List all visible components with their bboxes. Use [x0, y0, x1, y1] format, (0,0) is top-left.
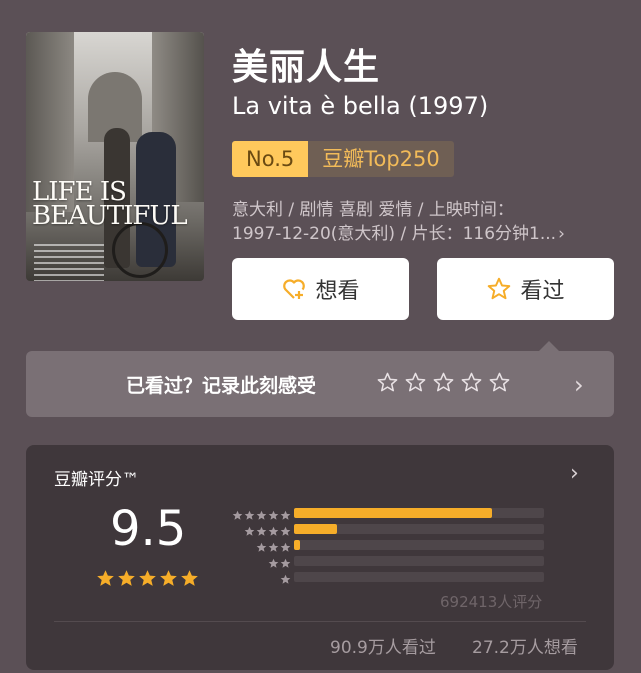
star-outline-icon[interactable] [488, 371, 511, 394]
poster-credits [34, 244, 104, 281]
distribution-track [294, 540, 544, 550]
chevron-right-icon[interactable]: › [570, 461, 579, 486]
douban-rating-panel[interactable]: 豆瓣评分™ › 9.5 692413人评分 90.9万人看过 27.2万人想看 [26, 445, 614, 670]
star-small-icon [268, 522, 279, 536]
heart-plus-icon [281, 276, 307, 302]
movie-title-cn: 美丽人生 [232, 47, 381, 88]
watched-count[interactable]: 90.9万人看过 [330, 633, 436, 658]
star-small-icon [268, 538, 279, 552]
distribution-track [294, 556, 544, 566]
star-filled-icon [180, 569, 199, 588]
movie-poster[interactable]: LIFE IS BEAUTIFUL [26, 32, 204, 281]
distribution-bar [294, 540, 301, 550]
star-small-icon [280, 522, 291, 536]
distribution-star-label [244, 522, 291, 536]
star-filled-icon [159, 569, 178, 588]
rating-count: 692413人评分 [440, 593, 543, 611]
distribution-track [294, 524, 544, 534]
star-outline-icon[interactable] [432, 371, 455, 394]
distribution-star-label [280, 570, 291, 584]
distribution-bar [294, 524, 337, 534]
poster-title-text: LIFE IS BEAUTIFUL [32, 177, 188, 231]
wishing-count[interactable]: 27.2万人想看 [472, 633, 578, 658]
distribution-bar [294, 508, 492, 518]
chevron-right-icon[interactable]: › [574, 371, 584, 399]
star-small-icon [280, 554, 291, 568]
distribution-star-label [268, 554, 291, 568]
rank-number: No.5 [232, 141, 309, 177]
star-filled-icon [138, 569, 157, 588]
movie-meta[interactable]: 意大利 / 剧情 喜剧 爱情 / 上映时间： 1997-12-20(意大利) /… [232, 198, 612, 246]
star-outline-icon [486, 276, 512, 302]
meta-expand-chevron-icon: › [558, 224, 565, 244]
distribution-star-label [232, 506, 291, 520]
seen-label: 看过 [520, 279, 565, 304]
distribution-star-label [256, 538, 291, 552]
rank-badge[interactable]: No.5 豆瓣Top250 [232, 141, 454, 177]
record-caret [538, 341, 560, 352]
star-small-icon [256, 538, 267, 552]
rating-score: 9.5 [110, 501, 187, 557]
score-stars [96, 569, 199, 588]
star-small-icon [256, 506, 267, 520]
star-small-icon [256, 522, 267, 536]
meta-line-1: 意大利 / 剧情 喜剧 爱情 / 上映时间： [232, 200, 514, 220]
star-filled-icon [96, 569, 115, 588]
distribution-track [294, 508, 544, 518]
star-small-icon [268, 506, 279, 520]
want-label: 想看 [315, 279, 360, 304]
star-small-icon [268, 554, 279, 568]
rank-list-name: 豆瓣Top250 [308, 141, 454, 177]
distribution-track [294, 572, 544, 582]
star-small-icon [244, 506, 255, 520]
movie-title-original: La vita è bella (1997) [232, 92, 489, 120]
star-filled-icon [117, 569, 136, 588]
watched-button[interactable]: 看过 [437, 258, 614, 320]
star-small-icon [244, 522, 255, 536]
want-to-watch-button[interactable]: 想看 [232, 258, 409, 320]
star-small-icon [280, 538, 291, 552]
star-outline-icon[interactable] [460, 371, 483, 394]
rating-divider [54, 621, 586, 622]
record-label: 已看过？记录此刻感受 [126, 375, 317, 397]
star-outline-icon[interactable] [376, 371, 399, 394]
meta-line-2: 1997-12-20(意大利) / 片长：116分钟1... › [232, 224, 565, 244]
star-outline-icon[interactable] [404, 371, 427, 394]
record-feeling-bar[interactable]: 已看过？记录此刻感受 › [26, 341, 614, 417]
rating-stars-input[interactable] [376, 371, 511, 394]
star-small-icon [232, 506, 243, 520]
rating-header: 豆瓣评分™ [54, 470, 139, 490]
star-small-icon [280, 506, 291, 520]
star-small-icon [280, 570, 291, 584]
